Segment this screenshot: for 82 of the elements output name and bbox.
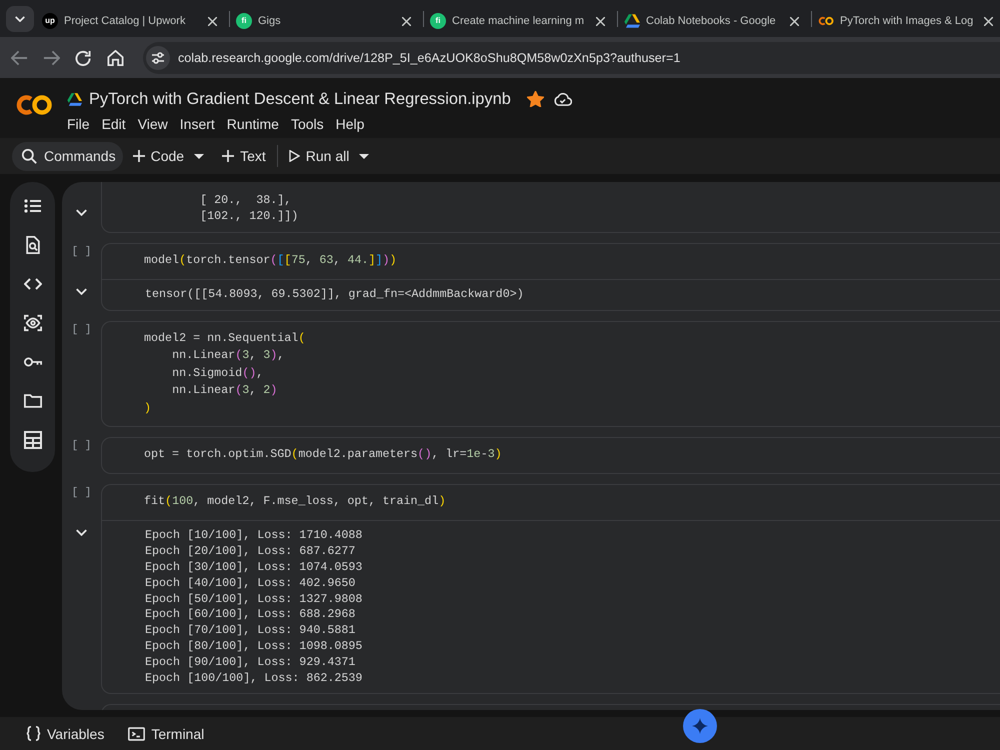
close-icon[interactable] [596, 16, 605, 26]
output-line: Epoch [80/100], Loss: 1098.0895 [145, 638, 362, 653]
caret-down-icon[interactable] [359, 154, 370, 158]
browser-tab[interactable]: PyTorch with Images & Log [814, 5, 1000, 37]
code-line: nn.Sigmoid(), [172, 366, 264, 380]
output-line: Epoch [50/100], Loss: 1327.9808 [145, 592, 362, 606]
close-icon[interactable] [402, 16, 411, 26]
favicon-icon: fi [236, 13, 252, 29]
commands-button[interactable]: Commands [12, 142, 123, 170]
star-icon[interactable] [526, 91, 544, 107]
output-line: Epoch [70/100], Loss: 940.5881 [145, 623, 356, 638]
output-line: [102., 120.]]) [200, 208, 298, 223]
notebook-title[interactable]: PyTorch with Gradient Descent & Linear Regression.ipynb [89, 90, 511, 108]
plus-icon [132, 150, 145, 162]
add-cell-button[interactable]: Code [132, 148, 184, 164]
folder-icon[interactable] [24, 392, 42, 410]
home-icon[interactable] [107, 50, 124, 66]
table-icon[interactable] [24, 431, 42, 449]
close-icon[interactable] [984, 16, 993, 26]
triangle-icon [624, 14, 640, 28]
menu-item[interactable]: Tools [290, 114, 324, 134]
run-indicator[interactable]: [ ] [72, 246, 92, 258]
code-line: nn.Linear(3, 3), [172, 348, 284, 362]
menu-item[interactable]: Help [336, 114, 364, 134]
menu-item[interactable]: Runtime [226, 114, 279, 134]
run-indicator[interactable]: [ ] [72, 324, 92, 336]
chevron-down-icon[interactable] [76, 529, 87, 536]
chevron-down-icon [15, 16, 25, 22]
cloud-icon[interactable] [552, 92, 572, 106]
output-line: Epoch [40/100], Loss: 402.9650 [145, 576, 356, 590]
output-line: tensor([[54.8093, 69.5302]], grad_fn=<AddmmBackward0>) [145, 287, 524, 302]
output-line: Epoch [90/100], Loss: 929.4371 [145, 654, 356, 669]
rings-icon [818, 16, 834, 26]
close-icon[interactable] [208, 16, 217, 26]
tune-icon[interactable] [146, 46, 170, 70]
terminal-icon [128, 726, 146, 740]
play-icon [288, 150, 300, 162]
output-line: Epoch [60/100], Loss: 688.2968 [145, 607, 356, 622]
close-icon[interactable] [790, 16, 799, 26]
tab-search-button[interactable] [6, 6, 34, 32]
code-line: model(torch.tensor([[75, 63, 44.]])) [144, 252, 397, 267]
favicon-icon: fi [430, 13, 446, 29]
run-all-button[interactable]: Run all [288, 148, 350, 164]
chevron-down-icon[interactable] [76, 208, 87, 216]
browser-tab[interactable]: up Project Catalog | Upwork [38, 5, 227, 37]
caret-down-icon[interactable] [194, 154, 204, 158]
code-cell[interactable] [101, 182, 1000, 233]
menu-item[interactable]: Insert [180, 114, 215, 134]
add-cell-button[interactable]: Text [222, 148, 266, 164]
eye-icon[interactable] [24, 314, 42, 332]
braces-icon [26, 726, 41, 741]
reload-icon[interactable] [75, 50, 92, 66]
plus-icon [222, 150, 234, 162]
code-line: model2 = nn.Sequential( [144, 330, 306, 345]
code-line: fit(100, model2, F.mse_loss, opt, train_dl) [144, 494, 446, 508]
output-line: Epoch [10/100], Loss: 1710.4088 [145, 528, 362, 542]
output-line: Epoch [30/100], Loss: 1074.0593 [145, 560, 362, 574]
browser-tab[interactable]: Colab Notebooks - Google [620, 5, 809, 37]
output-line: Epoch [100/100], Loss: 862.2539 [145, 670, 362, 685]
browser-tab[interactable]: fi Gigs [232, 5, 421, 37]
browser-tab[interactable]: fi Create machine learning m [426, 5, 615, 37]
menu-item[interactable]: View [138, 114, 168, 134]
list-icon[interactable] [24, 197, 42, 215]
sparkle-icon[interactable] [683, 709, 717, 743]
run-indicator[interactable]: [ ] [72, 440, 92, 452]
output-line: [ 20., 38.], [200, 193, 292, 207]
variables-button[interactable]: Variables [26, 726, 104, 742]
code-line: nn.Linear(3, 2) [172, 383, 278, 398]
run-indicator[interactable]: [ ] [72, 486, 92, 499]
terminal-button[interactable]: Terminal [128, 726, 204, 742]
address-bar[interactable]: colab.research.google.com/drive/128P_5I_e6AzUOK8oShu8QM58w0zXn5p3?authuser=1 [143, 42, 1000, 74]
triangle-icon [67, 92, 82, 106]
search-icon [22, 148, 37, 164]
logo-icon[interactable] [15, 94, 53, 116]
menu-item[interactable]: Edit [102, 114, 126, 134]
chevron-down-icon[interactable] [76, 288, 87, 296]
code-line: ) [144, 400, 152, 415]
output-line: Epoch [20/100], Loss: 687.6277 [145, 544, 356, 558]
document-search-icon[interactable] [24, 236, 42, 254]
favicon-icon: up [42, 13, 58, 29]
menu-item[interactable]: File [67, 114, 90, 134]
code-line: opt = torch.optim.SGD(model2.parameters(), lr=1e-3) [144, 447, 502, 462]
